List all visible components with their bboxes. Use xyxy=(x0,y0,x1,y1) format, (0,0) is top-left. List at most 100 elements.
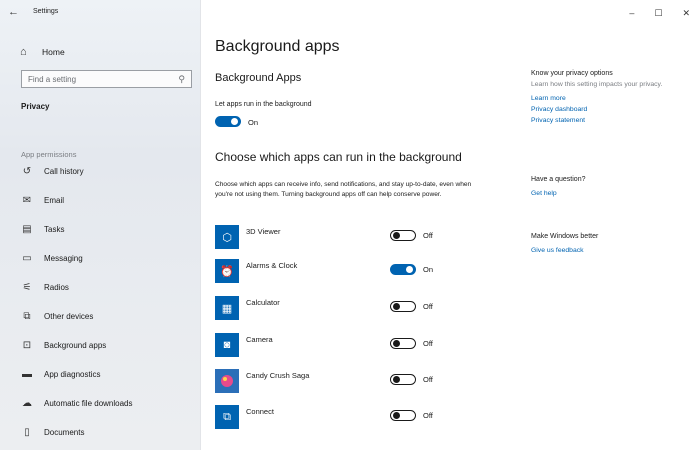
app-toggle-camera[interactable] xyxy=(390,338,416,349)
privacy-options-text: Learn how this setting impacts your priv… xyxy=(531,81,663,88)
candy-graphic xyxy=(221,375,233,387)
alarm-clock-icon: ⏰ xyxy=(215,259,239,283)
app-toggle-alarms-clock[interactable] xyxy=(390,264,416,275)
privacy-dashboard-link[interactable]: Privacy dashboard xyxy=(531,104,681,115)
section-title-background-apps: Background Apps xyxy=(215,72,302,84)
get-help-link[interactable]: Get help xyxy=(531,188,681,199)
toggle-knob xyxy=(393,376,400,383)
app-row-candy-crush-saga: Candy Crush Saga Off xyxy=(215,369,465,395)
sidebar-item-app-diagnostics[interactable]: ▬ App diagnostics xyxy=(20,366,195,382)
connect-icon: ⧉ xyxy=(215,405,239,429)
question-panel: Have a question? Get help xyxy=(531,176,681,199)
privacy-options-heading: Know your privacy options xyxy=(531,70,613,77)
sidebar-item-label: Call history xyxy=(44,166,84,176)
sidebar-item-documents[interactable]: ▯ Documents xyxy=(20,424,195,440)
app-toggle-connect[interactable] xyxy=(390,410,416,421)
app-row-alarms-clock: ⏰ Alarms & Clock On xyxy=(215,259,465,285)
sidebar-item-label: Email xyxy=(44,195,65,205)
app-toggle-state: Off xyxy=(423,411,433,420)
sidebar-item-call-history[interactable]: ↺ Call history xyxy=(20,163,195,179)
sidebar-item-automatic-file-downloads[interactable]: ☁ Automatic file downloads xyxy=(20,395,195,411)
app-name: Connect xyxy=(246,407,274,416)
app-toggle-state: Off xyxy=(423,302,433,311)
app-diagnostics-icon: ▬ xyxy=(22,368,32,380)
app-toggle-state: Off xyxy=(423,231,433,240)
app-row-3d-viewer: ⬡ 3D Viewer Off xyxy=(215,225,465,251)
sidebar-item-other-devices[interactable]: ⧉ Other devices xyxy=(20,308,195,324)
toggle-knob xyxy=(406,266,413,273)
home-label: Home xyxy=(42,47,65,57)
app-toggle-state: Off xyxy=(423,339,433,348)
minimize-icon[interactable]: – xyxy=(629,8,634,19)
other-devices-icon: ⧉ xyxy=(23,310,31,322)
privacy-options-panel: Know your privacy options Learn how this… xyxy=(531,70,681,126)
app-toggle-candy-crush-saga[interactable] xyxy=(390,374,416,385)
sidebar-item-email[interactable]: ✉ Email xyxy=(20,192,195,208)
app-toggle-3d-viewer[interactable] xyxy=(390,230,416,241)
search-input[interactable]: Find a setting ⚲ xyxy=(21,70,192,88)
background-apps-icon: ⊡ xyxy=(22,339,32,351)
toggle-knob xyxy=(393,340,400,347)
back-arrow-icon[interactable]: ← xyxy=(8,5,22,19)
email-icon: ✉ xyxy=(22,194,32,206)
call-history-icon: ↺ xyxy=(22,165,32,177)
app-toggle-state: Off xyxy=(423,375,433,384)
section-heading-privacy: Privacy xyxy=(21,102,50,111)
document-icon: ▯ xyxy=(24,426,30,438)
tasks-icon: ▤ xyxy=(22,223,32,235)
sidebar-item-background-apps[interactable]: ⊡ Background apps xyxy=(20,337,195,353)
section-title-choose-apps: Choose which apps can run in the backgro… xyxy=(215,150,462,164)
section-heading-app-permissions: App permissions xyxy=(21,150,77,159)
sidebar-item-label: Other devices xyxy=(44,311,94,321)
toggle-knob xyxy=(393,232,400,239)
toggle-knob xyxy=(393,412,400,419)
app-toggle-state: On xyxy=(423,265,434,274)
window-controls: – ☐ ✕ xyxy=(629,8,690,19)
home-icon: ⌂ xyxy=(20,46,27,58)
toggle-knob xyxy=(231,118,238,125)
feedback-heading: Make Windows better xyxy=(531,233,599,240)
section-description: Choose which apps can receive info, send… xyxy=(215,181,472,198)
title-bar: ← Settings xyxy=(0,0,201,30)
sidebar-item-radios[interactable]: ⚟ Radios xyxy=(20,279,195,295)
sidebar-item-messaging[interactable]: ▭ Messaging xyxy=(20,250,195,266)
sidebar-item-tasks[interactable]: ▤ Tasks xyxy=(20,221,195,237)
cube-icon: ⬡ xyxy=(215,225,239,249)
app-toggle-calculator[interactable] xyxy=(390,301,416,312)
sidebar: ← Settings ⌂ Home Find a setting ⚲ Priva… xyxy=(0,0,201,450)
app-name: Camera xyxy=(246,335,273,344)
search-icon: ⚲ xyxy=(178,73,185,84)
privacy-statement-link[interactable]: Privacy statement xyxy=(531,115,681,126)
app-name: Alarms & Clock xyxy=(246,261,298,270)
sidebar-item-home[interactable]: ⌂ Home xyxy=(20,44,190,60)
camera-icon: ◙ xyxy=(215,333,239,357)
sidebar-item-label: Radios xyxy=(44,282,69,292)
let-apps-label: Let apps run in the background xyxy=(215,101,312,108)
give-feedback-link[interactable]: Give us feedback xyxy=(531,245,681,256)
feedback-panel: Make Windows better Give us feedback xyxy=(531,233,681,256)
master-toggle-state: On xyxy=(248,118,259,127)
background-apps-master-toggle[interactable] xyxy=(215,116,241,127)
learn-more-link[interactable]: Learn more xyxy=(531,93,681,104)
sidebar-item-label: Background apps xyxy=(44,340,107,350)
radios-icon: ⚟ xyxy=(22,281,32,293)
sidebar-item-label: Tasks xyxy=(44,224,65,234)
sidebar-item-label: App diagnostics xyxy=(44,369,101,379)
question-heading: Have a question? xyxy=(531,176,586,183)
maximize-icon[interactable]: ☐ xyxy=(654,8,662,19)
sidebar-item-label: Documents xyxy=(44,427,85,437)
cloud-icon: ☁ xyxy=(22,397,32,409)
app-name: Calculator xyxy=(246,298,280,307)
close-icon[interactable]: ✕ xyxy=(682,8,690,19)
candy-icon xyxy=(215,369,239,393)
sidebar-item-label: Automatic file downloads xyxy=(44,398,133,408)
messaging-icon: ▭ xyxy=(22,252,32,264)
window-title: Settings xyxy=(33,8,59,15)
app-row-calculator: ▦ Calculator Off xyxy=(215,296,465,322)
app-name: Candy Crush Saga xyxy=(246,371,310,380)
calculator-icon: ▦ xyxy=(215,296,239,320)
toggle-knob xyxy=(393,303,400,310)
search-placeholder: Find a setting xyxy=(28,74,77,84)
app-row-connect: ⧉ Connect Off xyxy=(215,405,465,431)
sidebar-item-label: Messaging xyxy=(44,253,83,263)
